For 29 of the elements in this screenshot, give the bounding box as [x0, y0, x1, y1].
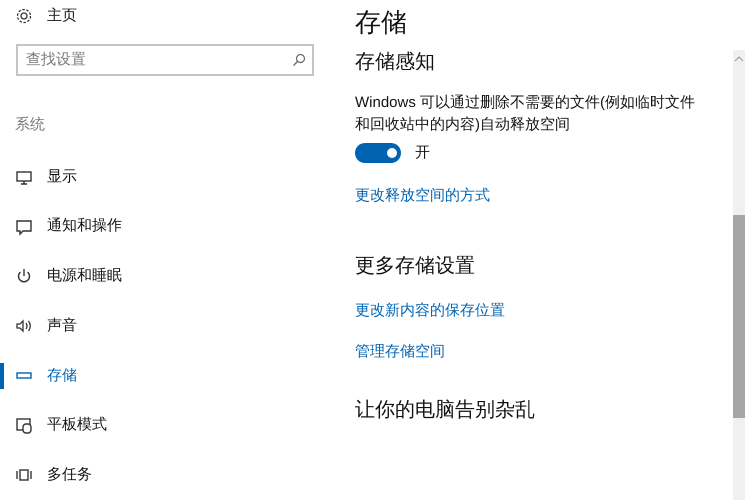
- settings-link[interactable]: 管理存储空间: [355, 340, 445, 362]
- home-link[interactable]: 主页: [0, 1, 330, 32]
- section-heading: 更多存储设置: [355, 254, 475, 278]
- section-heading: 存储感知: [355, 50, 435, 75]
- settings-link[interactable]: 更改释放空间的方式: [355, 184, 490, 206]
- scrollbar[interactable]: [733, 50, 745, 500]
- power-icon: [15, 267, 33, 286]
- speech-bubble-icon: [15, 218, 33, 236]
- toggle-switch[interactable]: [355, 143, 401, 164]
- scrollbar-thumb[interactable]: [733, 215, 745, 418]
- nav-item[interactable]: 通知和操作: [0, 202, 330, 252]
- scroll-up-icon[interactable]: [734, 56, 744, 62]
- page-title: 存储: [355, 6, 407, 39]
- nav-item[interactable]: 平板模式: [0, 400, 330, 450]
- storage-drive-icon: [16, 372, 32, 380]
- nav-item[interactable]: 声音: [0, 301, 330, 351]
- nav-item[interactable]: 多任务: [0, 450, 330, 500]
- section-label: 系统: [15, 114, 45, 135]
- section-heading: 让你的电脑告别杂乱: [355, 398, 535, 422]
- search-field[interactable]: 查找设置: [16, 44, 314, 76]
- tablet-icon: [15, 416, 33, 434]
- nav-item[interactable]: 显示: [0, 152, 330, 202]
- description-text: Windows 可以通过删除不需要的文件(例如临时文件和回收站中的内容)自动释放空间: [355, 93, 695, 135]
- nav-item[interactable]: 电源和睡眠: [0, 252, 330, 302]
- search-icon: [292, 52, 306, 67]
- settings-icon: [15, 7, 33, 26]
- toggle-label: 开: [415, 143, 430, 163]
- nav-item[interactable]: 存储: [0, 350, 330, 401]
- settings-link[interactable]: 更改新内容的保存位置: [355, 300, 505, 322]
